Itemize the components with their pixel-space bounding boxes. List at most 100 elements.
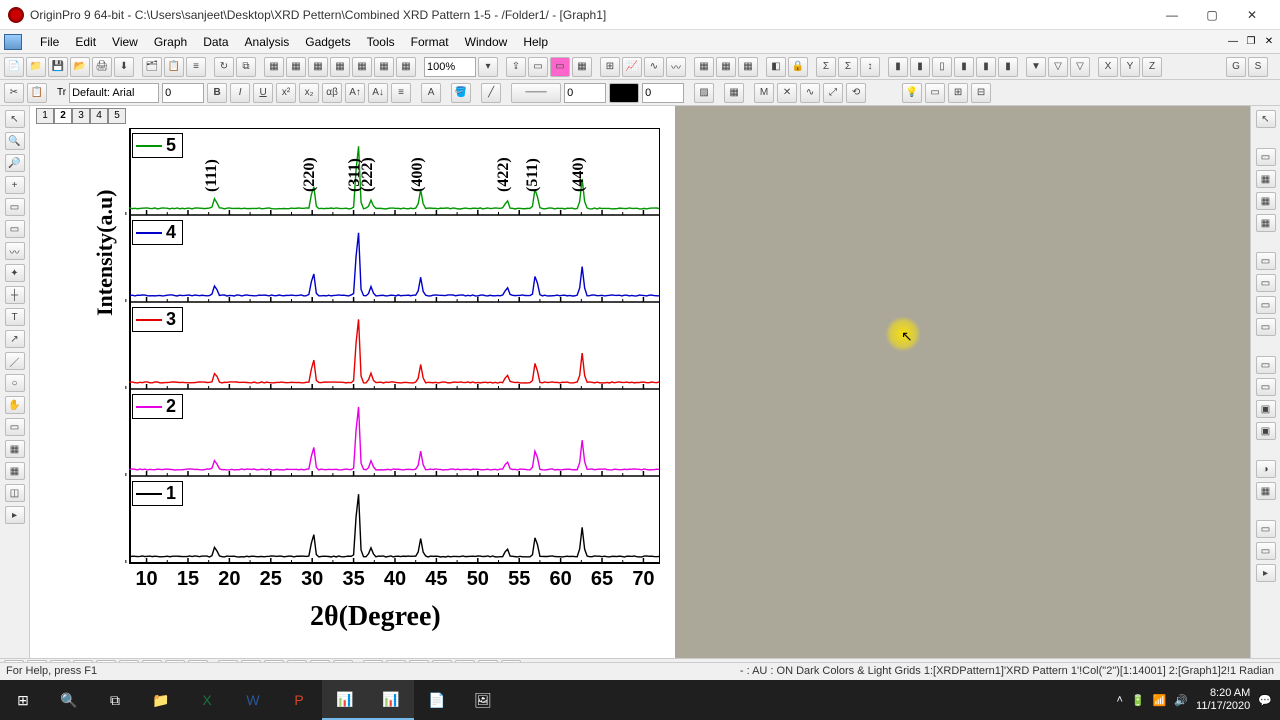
sub-icon[interactable]: x₂ xyxy=(299,83,319,103)
graph-window[interactable]: 1 2 3 4 5 Intensity(a.u) 2θ(Degree) 1015… xyxy=(30,106,675,662)
r13-icon[interactable]: ◑ xyxy=(1256,460,1276,478)
mask-icon[interactable]: ◧ xyxy=(766,57,786,77)
fill-black-icon[interactable] xyxy=(609,83,639,103)
g-col-icon[interactable]: G xyxy=(1226,57,1246,77)
s-col-icon[interactable]: S xyxy=(1248,57,1268,77)
fitting-icon[interactable]: ∿ xyxy=(644,57,664,77)
tool-bb-icon[interactable]: ⟲ xyxy=(846,83,866,103)
col4-icon[interactable]: ▮ xyxy=(954,57,974,77)
pattern-icon[interactable]: ▨ xyxy=(694,83,714,103)
photos-task[interactable]: 🖼 xyxy=(460,680,506,720)
antialiasing-icon[interactable]: ∿ xyxy=(800,83,820,103)
lock-icon[interactable]: 🔒 xyxy=(788,57,808,77)
fill-icon[interactable]: 🪣 xyxy=(451,83,471,103)
save-icon[interactable]: 💾 xyxy=(48,57,68,77)
r7-icon[interactable]: ▭ xyxy=(1256,296,1276,314)
mdi-background[interactable] xyxy=(675,106,1250,662)
addplot-icon[interactable]: 📈 xyxy=(622,57,642,77)
wks2-icon[interactable]: ▦ xyxy=(716,57,736,77)
underline-icon[interactable]: U xyxy=(253,83,273,103)
font-color-icon[interactable]: A xyxy=(421,83,441,103)
notepad-task[interactable]: 📄 xyxy=(414,680,460,720)
excel-task[interactable]: X xyxy=(184,680,230,720)
origin-task[interactable]: 📊 xyxy=(322,680,368,720)
mdi-close[interactable]: ✕ xyxy=(1262,36,1276,47)
search-button[interactable]: 🔍 xyxy=(46,680,92,720)
new-workbook-icon[interactable]: ▦ xyxy=(264,57,284,77)
draw-data-icon[interactable]: 〰 xyxy=(5,242,25,260)
new-function-icon[interactable]: ▦ xyxy=(396,57,416,77)
sort-icon[interactable]: ↕ xyxy=(860,57,880,77)
origin2-task[interactable]: 📊 xyxy=(368,680,414,720)
layout-icon[interactable]: ▦ xyxy=(572,57,592,77)
hand-icon[interactable]: ✋ xyxy=(5,396,25,414)
extract-icon[interactable]: ⊟ xyxy=(971,83,991,103)
merge-icon[interactable]: ⊞ xyxy=(948,83,968,103)
import-icon[interactable]: ⬇ xyxy=(114,57,134,77)
minimize-button[interactable]: — xyxy=(1152,1,1192,29)
r6-icon[interactable]: ▭ xyxy=(1256,274,1276,292)
col1-icon[interactable]: ▮ xyxy=(888,57,908,77)
rotate-icon[interactable]: ▭ xyxy=(5,418,25,436)
italic-icon[interactable]: I xyxy=(230,83,250,103)
export-icon[interactable]: ⇪ xyxy=(506,57,526,77)
copy-format-icon[interactable]: ✂ xyxy=(4,83,24,103)
new-notes-icon[interactable]: ▦ xyxy=(374,57,394,77)
start-button[interactable]: ⊞ xyxy=(0,680,46,720)
explorer-task[interactable]: 📁 xyxy=(138,680,184,720)
code-icon[interactable]: ≡ xyxy=(186,57,206,77)
legend-2[interactable]: 2 xyxy=(132,394,183,419)
tool-aa-icon[interactable]: ⤢ xyxy=(823,83,843,103)
legend-3[interactable]: 3 xyxy=(132,307,183,332)
reader-icon[interactable]: + xyxy=(5,176,25,194)
sum-icon[interactable]: Σ xyxy=(816,57,836,77)
close-button[interactable]: ✕ xyxy=(1232,1,1272,29)
r8-icon[interactable]: ▭ xyxy=(1256,318,1276,336)
zoom-combo[interactable] xyxy=(424,57,476,77)
mdi-minimize[interactable]: — xyxy=(1226,36,1240,47)
word-task[interactable]: W xyxy=(230,680,276,720)
align-icon[interactable]: ≡ xyxy=(391,83,411,103)
filter2-icon[interactable]: ▽ xyxy=(1048,57,1068,77)
new-layout-icon[interactable]: ▦ xyxy=(352,57,372,77)
addcurve-icon[interactable]: 〰 xyxy=(666,57,686,77)
menu-window[interactable]: Window xyxy=(457,32,516,52)
r12-icon[interactable]: ▣ xyxy=(1256,422,1276,440)
r2-icon[interactable]: ▦ xyxy=(1256,170,1276,188)
ppt-task[interactable]: P xyxy=(276,680,322,720)
menu-view[interactable]: View xyxy=(104,32,146,52)
text-tool-icon[interactable]: T xyxy=(5,308,25,326)
layer-tab-4[interactable]: 4 xyxy=(90,108,108,124)
refresh-icon[interactable]: ↻ xyxy=(214,57,234,77)
menu-data[interactable]: Data xyxy=(195,32,236,52)
line-width1[interactable] xyxy=(564,83,606,103)
r9-icon[interactable]: ▭ xyxy=(1256,356,1276,374)
maximize-button[interactable]: ▢ xyxy=(1192,1,1232,29)
oval-tool-icon[interactable]: ○ xyxy=(5,374,25,392)
print-icon[interactable]: 🖨 xyxy=(92,57,112,77)
layer-tab-5[interactable]: 5 xyxy=(108,108,126,124)
tray-battery-icon[interactable]: 🔋 xyxy=(1131,694,1145,707)
open-icon[interactable]: 📂 xyxy=(70,57,90,77)
r5-icon[interactable]: ▭ xyxy=(1256,252,1276,270)
menu-graph[interactable]: Graph xyxy=(146,32,195,52)
r4-icon[interactable]: ▦ xyxy=(1256,214,1276,232)
col6-icon[interactable]: ▮ xyxy=(998,57,1018,77)
menu-format[interactable]: Format xyxy=(403,32,457,52)
line-style-icon[interactable]: ─── xyxy=(511,83,561,103)
bold-icon[interactable]: B xyxy=(207,83,227,103)
notification-icon[interactable]: 💬 xyxy=(1258,694,1272,707)
obj-edit-icon[interactable]: ↖ xyxy=(1256,110,1276,128)
sup-icon[interactable]: x² xyxy=(276,83,296,103)
greek-icon[interactable]: αβ xyxy=(322,83,342,103)
legend-4[interactable]: 4 xyxy=(132,220,183,245)
tray-wifi-icon[interactable]: 📶 xyxy=(1153,694,1167,707)
system-tray[interactable]: ˄ 🔋 📶 🔊 8:20 AM 11/17/2020 💬 xyxy=(1117,687,1280,713)
x-col-icon[interactable]: X xyxy=(1098,57,1118,77)
r-more-icon[interactable]: ▸ xyxy=(1256,564,1276,582)
arrow-tool-icon[interactable]: ↗ xyxy=(5,330,25,348)
legend-1[interactable]: 1 xyxy=(132,481,183,506)
tray-volume-icon[interactable]: 🔊 xyxy=(1174,694,1188,707)
font-inc-icon[interactable]: A↑ xyxy=(345,83,365,103)
duplicate-icon[interactable]: ⧉ xyxy=(236,57,256,77)
